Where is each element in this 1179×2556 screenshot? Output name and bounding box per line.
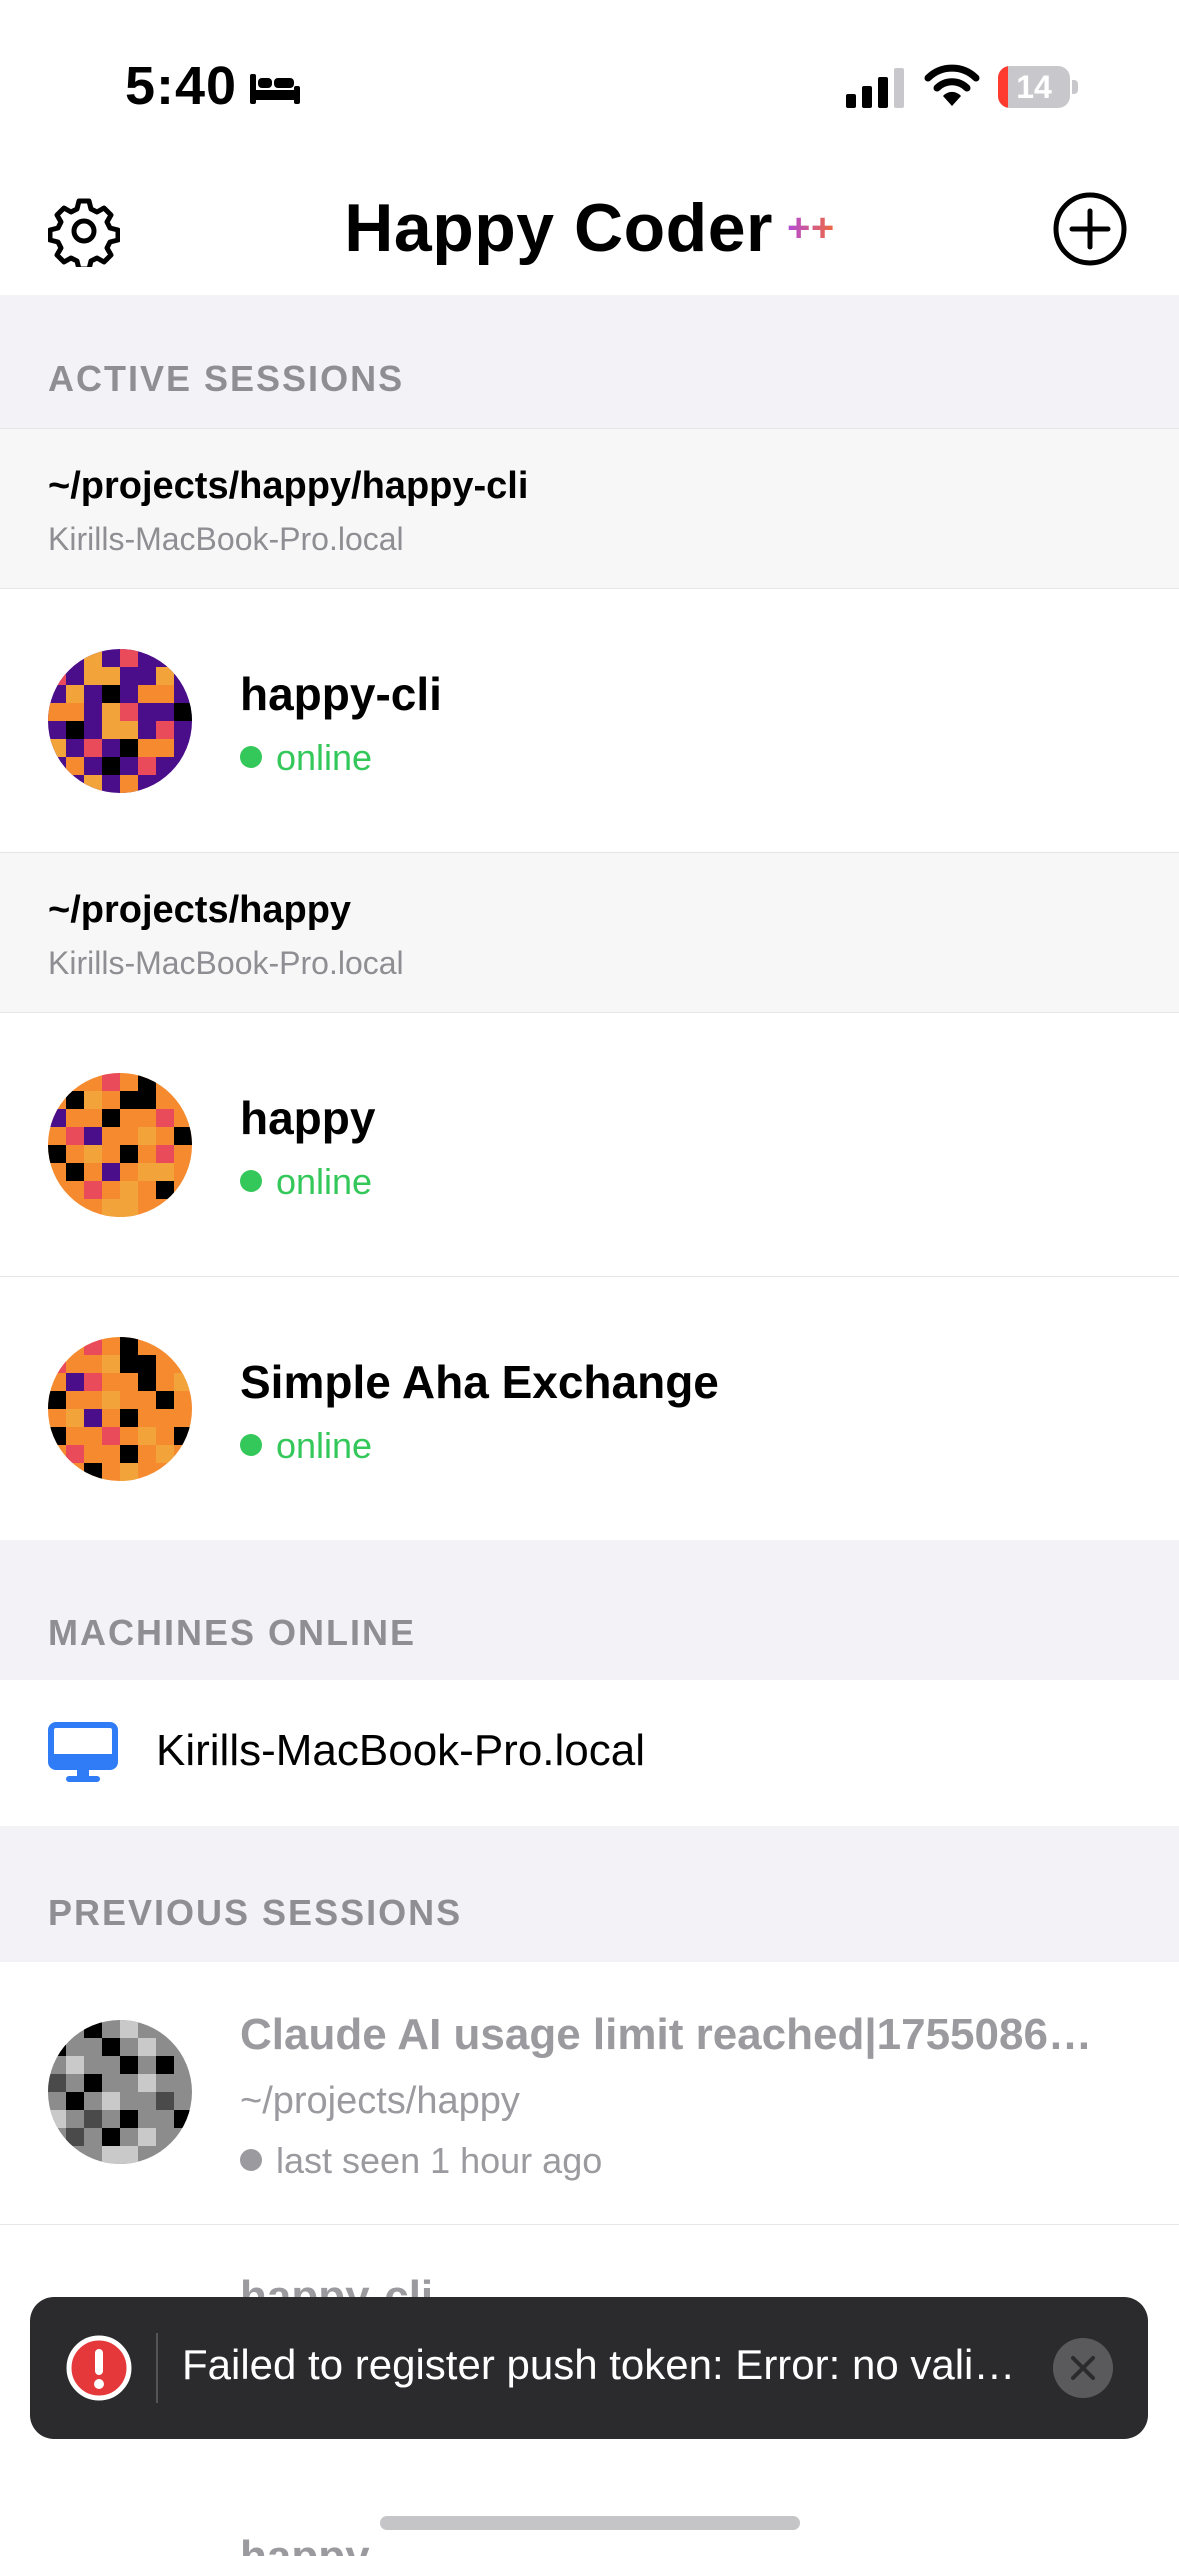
add-session-button[interactable] [1052,191,1128,267]
session-group-header[interactable]: ~/projects/happy/happy-cli Kirills-MacBo… [0,428,1179,588]
app-title: Happy Coder ++ [344,190,835,266]
group-path: ~/projects/happy/happy-cli [48,465,529,507]
session-name: Simple Aha Exchange [240,1356,719,1408]
previous-session-path: ~/projects/happy [240,2080,520,2122]
session-avatar [48,1073,192,1217]
error-toast[interactable]: Failed to register push token: Error: no… [30,2297,1148,2439]
online-dot-icon [240,1170,262,1192]
session-avatar [48,1337,192,1481]
session-name: happy [240,1092,376,1144]
desktop-icon [48,1722,118,1782]
session-row[interactable]: happy online [0,1012,1179,1276]
battery-indicator: 14 [998,66,1078,108]
machine-name: Kirills-MacBook-Pro.local [156,1726,646,1775]
previous-session-title: Claude AI usage limit reached|1755086… [240,2010,1092,2059]
session-status: online [240,737,372,779]
battery-percent: 14 [1016,69,1052,105]
offline-dot-icon [240,2149,262,2171]
wifi-icon [924,64,980,106]
cellular-signal-icon [846,68,904,108]
app-header: Happy Coder ++ [0,175,1179,295]
section-title-previous: PREVIOUS SESSIONS [48,1892,463,1933]
group-path: ~/projects/happy [48,889,352,931]
session-row[interactable]: happy-cli online [0,588,1179,852]
session-name: happy-cli [240,668,442,720]
section-title-machines: MACHINES ONLINE [48,1612,417,1653]
group-host: Kirills-MacBook-Pro.local [48,521,404,557]
home-indicator[interactable] [380,2516,800,2530]
previous-session-last-seen: last seen 1 hour ago [240,2140,602,2182]
session-row[interactable]: Simple Aha Exchange online [0,1276,1179,1540]
sleep-focus-icon [250,74,300,104]
row-divider [0,2224,1179,2225]
group-host: Kirills-MacBook-Pro.local [48,945,404,981]
toast-separator [156,2333,158,2403]
previous-session-title[interactable]: happy [240,2532,370,2556]
toast-message: Failed to register push token: Error: no… [182,2341,1016,2388]
session-status: online [240,1161,372,1203]
title-plus-badge: ++ [786,206,835,250]
online-dot-icon [240,1434,262,1456]
section-title-active: ACTIVE SESSIONS [48,358,405,399]
session-status: online [240,1425,372,1467]
close-icon[interactable] [1052,2337,1114,2399]
machine-row[interactable]: Kirills-MacBook-Pro.local [0,1680,1179,1826]
error-icon [66,2335,132,2401]
app-screen: 5:40 14 Happy Coder ++ ACTIVE SESSIONS ~… [0,0,1179,2556]
session-group-header[interactable]: ~/projects/happy Kirills-MacBook-Pro.loc… [0,852,1179,1012]
status-time: 5:40 [125,56,238,116]
previous-sessions-list: Claude AI usage limit reached|1755086… ~… [0,1962,1179,2556]
session-avatar [48,2020,192,2164]
status-bar: 5:40 14 [0,0,1179,175]
session-avatar [48,649,192,793]
online-dot-icon [240,746,262,768]
